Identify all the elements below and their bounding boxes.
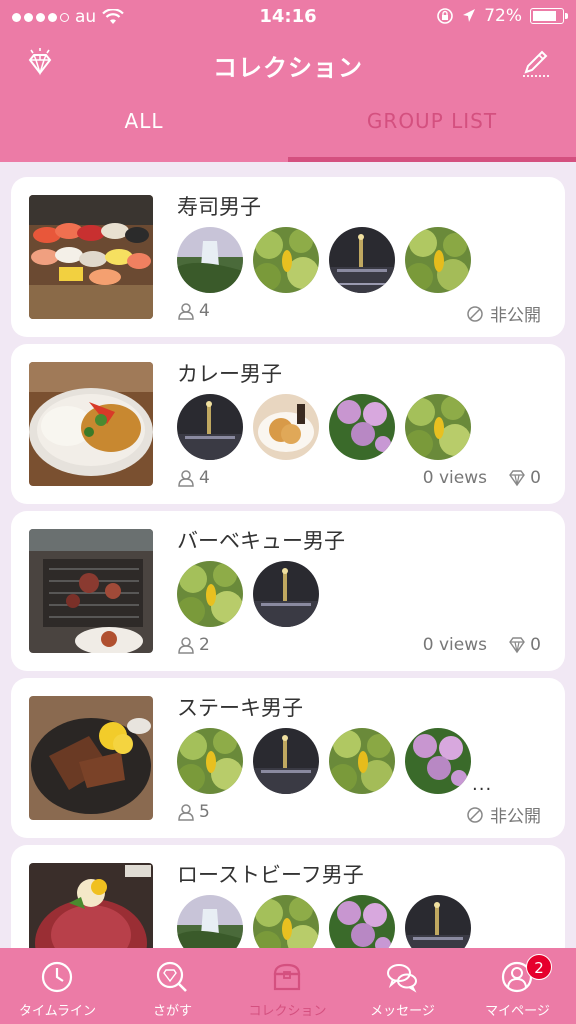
avatar-plant[interactable]	[405, 394, 471, 460]
avatar-night-city[interactable]	[405, 895, 471, 948]
avatar-plant[interactable]	[177, 728, 243, 794]
tab-all[interactable]: ALL	[0, 96, 288, 162]
avatar-waterfall[interactable]	[177, 895, 243, 948]
gem-count-value: 0	[530, 635, 541, 655]
person-icon	[178, 637, 194, 654]
diamond-icon	[509, 470, 526, 487]
page-title: コレクション	[213, 54, 363, 82]
bottom-tab-messages[interactable]: メッセージ	[345, 948, 460, 1024]
avatar-hydrangea[interactable]	[329, 895, 395, 948]
collection-cover-image	[29, 696, 153, 820]
search-diamond-icon	[156, 961, 187, 992]
member-count: 4	[177, 468, 210, 488]
bottom-tab-search[interactable]: さがす	[115, 948, 230, 1024]
bottom-tab-label: マイページ	[485, 1004, 550, 1019]
nav-bar: コレクション	[0, 34, 576, 96]
view-count: 0 views	[422, 468, 487, 488]
member-count: 5	[177, 802, 210, 822]
collection-cover-image	[29, 195, 153, 319]
collection-title: カレー男子	[177, 362, 282, 386]
avatar-plant[interactable]	[253, 895, 319, 948]
collection-card[interactable]: ローストビーフ男子	[11, 845, 565, 948]
more-members-indicator: ...	[472, 774, 493, 795]
rotation-lock-icon	[437, 8, 454, 24]
collection-cover-image	[29, 863, 153, 948]
treasure-box-icon	[273, 963, 301, 991]
chat-bubbles-icon	[387, 964, 417, 993]
avatar-night-city[interactable]	[253, 728, 319, 794]
gem-count: 0	[508, 635, 541, 655]
collection-card[interactable]: バーベキュー男子 2 0 views 0	[11, 511, 565, 671]
clock-icon	[41, 961, 73, 993]
person-icon	[178, 303, 194, 320]
private-icon	[467, 806, 483, 823]
bottom-tab-label: タイムライン	[18, 1004, 97, 1019]
avatar-plant-2[interactable]	[329, 728, 395, 794]
member-avatars	[177, 227, 471, 293]
collection-title: ステーキ男子	[177, 696, 303, 720]
private-icon	[467, 305, 483, 322]
location-icon	[463, 9, 476, 22]
member-count-value: 2	[199, 635, 210, 655]
member-avatars	[177, 561, 319, 627]
battery-percent: 72%	[484, 6, 522, 26]
collection-title: 寿司男子	[177, 195, 261, 219]
edit-icon[interactable]	[518, 46, 554, 82]
bottom-tab-label: メッセージ	[370, 1004, 435, 1019]
privacy-status: 非公開	[466, 802, 541, 827]
collection-card[interactable]: カレー男子 4 0 views 0	[11, 344, 565, 504]
diamond-icon	[509, 637, 526, 654]
collection-card[interactable]: 寿司男子 4 非公開	[11, 177, 565, 337]
bottom-tab-label: さがす	[152, 1004, 192, 1019]
person-icon	[178, 470, 194, 487]
bottom-tab-label: コレクション	[248, 1004, 327, 1019]
tab-group-list[interactable]: GROUP LIST	[288, 96, 576, 162]
avatar-night-city[interactable]	[253, 561, 319, 627]
avatar-plant[interactable]	[177, 561, 243, 627]
status-bar: au 14:16 72%	[0, 0, 576, 34]
bottom-tab-timeline[interactable]: タイムライン	[0, 948, 115, 1024]
bottom-tab-bar: タイムライン さがす コレクション メッセージ 2 マイページ	[0, 948, 576, 1024]
status-right: 72%	[436, 6, 568, 26]
gem-count: 0	[508, 468, 541, 488]
collection-title: ローストビーフ男子	[177, 863, 364, 887]
gem-count-value: 0	[530, 468, 541, 488]
avatar-plant-2[interactable]	[405, 227, 471, 293]
member-count-value: 5	[199, 802, 210, 822]
avatar-pancake[interactable]	[253, 394, 319, 460]
member-avatars	[177, 895, 471, 948]
member-count-value: 4	[199, 468, 210, 488]
view-count: 0 views	[422, 635, 487, 655]
bottom-tab-mypage[interactable]: 2 マイページ	[460, 948, 575, 1024]
member-avatars	[177, 728, 471, 794]
privacy-status: 非公開	[466, 301, 541, 326]
member-count-value: 4	[199, 301, 210, 321]
avatar-plant[interactable]	[253, 227, 319, 293]
notification-badge: 2	[526, 954, 552, 980]
collection-card[interactable]: ステーキ男子 ... 5 非公開	[11, 678, 565, 838]
avatar-night-city[interactable]	[177, 394, 243, 460]
collection-list[interactable]: 寿司男子 4 非公開 カレー男子 4 0 views 0 バーベキュー男子 2 …	[0, 162, 576, 948]
collection-cover-image	[29, 529, 153, 653]
collection-title: バーベキュー男子	[177, 529, 345, 553]
collection-cover-image	[29, 362, 153, 486]
member-count: 2	[177, 635, 210, 655]
person-icon	[178, 804, 194, 821]
bottom-tab-collection[interactable]: コレクション	[230, 948, 345, 1024]
avatar-waterfall[interactable]	[177, 227, 243, 293]
member-count: 4	[177, 301, 210, 321]
privacy-label: 非公開	[490, 807, 541, 827]
member-avatars	[177, 394, 471, 460]
avatar-night-city[interactable]	[329, 227, 395, 293]
avatar-hydrangea[interactable]	[329, 394, 395, 460]
avatar-hydrangea[interactable]	[405, 728, 471, 794]
privacy-label: 非公開	[490, 306, 541, 326]
tab-bar: ALL GROUP LIST	[0, 96, 576, 162]
battery-icon	[530, 8, 568, 24]
